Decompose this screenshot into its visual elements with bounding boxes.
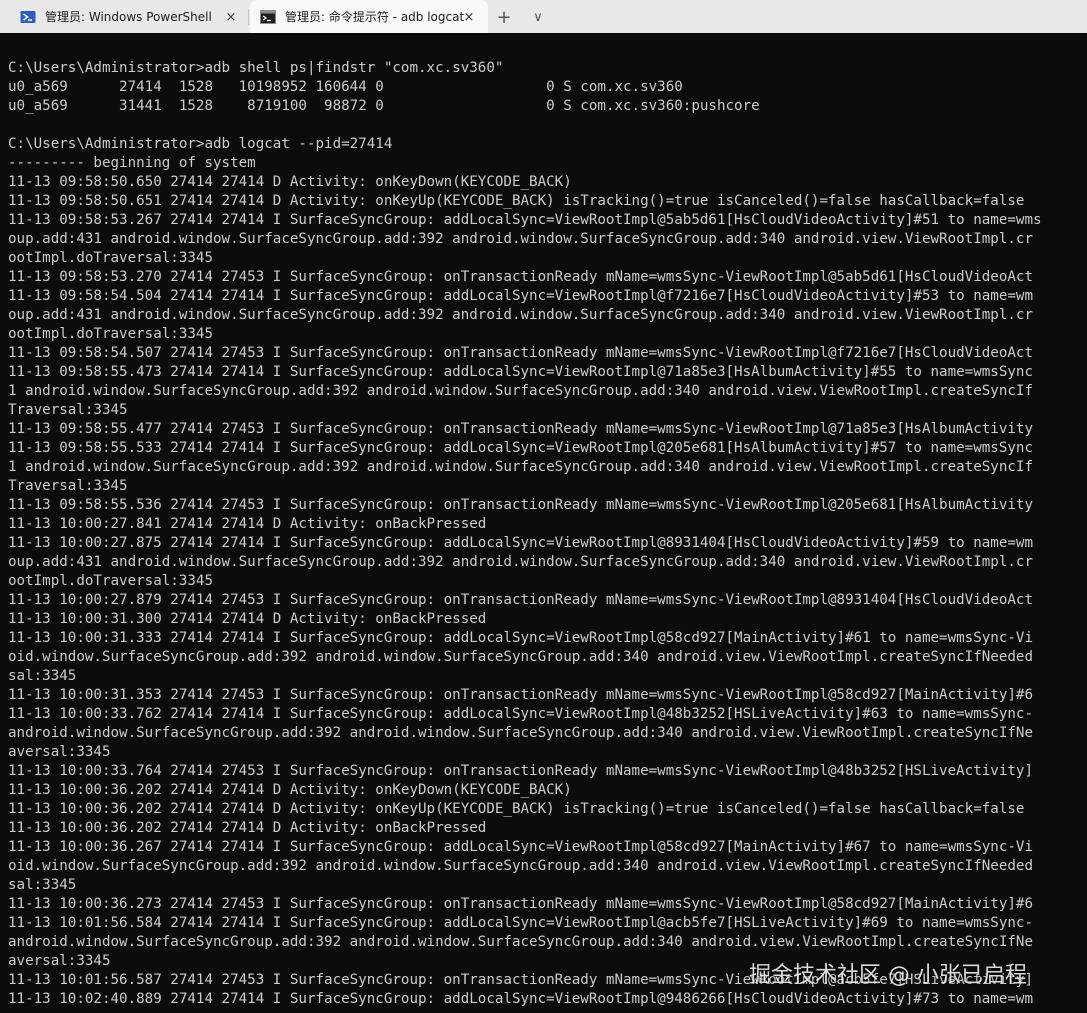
chevron-down-icon[interactable]: ∨ xyxy=(527,6,549,28)
terminal-line: 11-13 10:00:31.353 27414 27453 I Surface… xyxy=(8,687,1033,703)
terminal-line: android.window.SurfaceSyncGroup.add:392 … xyxy=(8,934,1033,950)
terminal-line: oup.add:431 android.window.SurfaceSyncGr… xyxy=(8,307,1033,323)
terminal-line: u0_a569 27414 1528 10198952 160644 0 0 S… xyxy=(8,79,683,95)
terminal-line: sal:3345 xyxy=(8,877,77,893)
terminal-line: 1 android.window.SurfaceSyncGroup.add:39… xyxy=(8,459,1033,475)
terminal-line: 11-13 09:58:53.270 27414 27453 I Surface… xyxy=(8,269,1033,285)
tab-divider xyxy=(248,9,249,25)
tab-title: 管理员: 命令提示符 - adb logcat xyxy=(285,10,465,24)
terminal-line: 11-13 10:02:40.889 27414 27414 I Surface… xyxy=(8,991,1033,1007)
terminal-line: u0_a569 31441 1528 8719100 98872 0 0 S c… xyxy=(8,98,760,114)
terminal-line: 11-13 09:58:55.473 27414 27414 I Surface… xyxy=(8,364,1033,380)
terminal-line: 11-13 10:00:31.333 27414 27414 I Surface… xyxy=(8,630,1033,646)
powershell-icon xyxy=(20,10,36,23)
terminal-line: oid.window.SurfaceSyncGroup.add:392 andr… xyxy=(8,858,1033,874)
terminal-line: 11-13 10:00:36.202 27414 27414 D Activit… xyxy=(8,820,487,836)
terminal-line: 1 android.window.SurfaceSyncGroup.add:39… xyxy=(8,383,1033,399)
command-prompt-icon xyxy=(260,9,276,24)
new-tab-button[interactable]: + xyxy=(493,6,515,28)
terminal-line: 11-13 10:00:31.300 27414 27414 D Activit… xyxy=(8,611,487,627)
close-icon[interactable]: × xyxy=(222,8,240,26)
terminal-text: C:\Users\Administrator>adb shell ps|find… xyxy=(8,59,1042,1009)
terminal-line: sal:3345 xyxy=(8,668,77,684)
terminal-line: android.window.SurfaceSyncGroup.add:392 … xyxy=(8,725,1033,741)
terminal-line: ootImpl.doTraversal:3345 xyxy=(8,326,213,342)
terminal-line: 11-13 10:00:36.202 27414 27414 D Activit… xyxy=(8,782,572,798)
watermark: 掘金技术社区 @ 小张已启程 xyxy=(749,963,1027,988)
tab-bar: 管理员: Windows PowerShell × 管理员: 命令提示符 - a… xyxy=(0,0,1087,33)
terminal-line: 11-13 10:00:27.841 27414 27414 D Activit… xyxy=(8,516,487,532)
tab-title: 管理员: Windows PowerShell xyxy=(45,10,212,24)
terminal-line: 11-13 09:58:55.533 27414 27414 I Surface… xyxy=(8,440,1033,456)
terminal-line: C:\Users\Administrator>adb logcat --pid=… xyxy=(8,136,393,152)
terminal-line: 11-13 09:58:55.536 27414 27453 I Surface… xyxy=(8,497,1033,513)
tab-command-prompt[interactable]: 管理员: 命令提示符 - adb logcat × xyxy=(250,0,488,33)
terminal-line: 11-13 09:58:54.507 27414 27453 I Surface… xyxy=(8,345,1033,361)
terminal-line: aversal:3345 xyxy=(8,744,111,760)
terminal-line: Traversal:3345 xyxy=(8,402,128,418)
terminal-line: 11-13 09:58:53.267 27414 27414 I Surface… xyxy=(8,212,1042,228)
terminal-line: oid.window.SurfaceSyncGroup.add:392 andr… xyxy=(8,649,1033,665)
terminal-line: Traversal:3345 xyxy=(8,478,128,494)
terminal-line: ootImpl.doTraversal:3345 xyxy=(8,250,213,266)
terminal-line: 11-13 10:00:33.764 27414 27453 I Surface… xyxy=(8,763,1033,779)
terminal-output[interactable]: C:\Users\Administrator>adb shell ps|find… xyxy=(0,33,1087,1013)
terminal-line: C:\Users\Administrator>adb shell ps|find… xyxy=(8,60,504,76)
terminal-line: ootImpl.doTraversal:3345 xyxy=(8,573,213,589)
terminal-line: 11-13 10:01:56.584 27414 27414 I Surface… xyxy=(8,915,1033,931)
terminal-line: oup.add:431 android.window.SurfaceSyncGr… xyxy=(8,554,1033,570)
close-icon[interactable]: × xyxy=(460,8,478,26)
terminal-line: 11-13 10:00:27.875 27414 27414 I Surface… xyxy=(8,535,1033,551)
terminal-line: 11-13 10:00:33.762 27414 27414 I Surface… xyxy=(8,706,1033,722)
terminal-line: --------- beginning of system xyxy=(8,155,256,171)
terminal-line: 11-13 10:00:27.879 27414 27453 I Surface… xyxy=(8,592,1033,608)
tab-powershell[interactable]: 管理员: Windows PowerShell × xyxy=(0,0,248,33)
terminal-line: 11-13 09:58:55.477 27414 27453 I Surface… xyxy=(8,421,1033,437)
terminal-line: 11-13 10:00:36.267 27414 27414 I Surface… xyxy=(8,839,1033,855)
terminal-line: aversal:3345 xyxy=(8,953,111,969)
terminal-line: 11-13 09:58:54.504 27414 27414 I Surface… xyxy=(8,288,1033,304)
terminal-line: oup.add:431 android.window.SurfaceSyncGr… xyxy=(8,231,1033,247)
terminal-line: 11-13 09:58:50.651 27414 27414 D Activit… xyxy=(8,193,1025,209)
terminal-line: 11-13 10:00:36.273 27414 27453 I Surface… xyxy=(8,896,1033,912)
terminal-line: 11-13 10:00:36.202 27414 27414 D Activit… xyxy=(8,801,1025,817)
terminal-line: 11-13 09:58:50.650 27414 27414 D Activit… xyxy=(8,174,572,190)
